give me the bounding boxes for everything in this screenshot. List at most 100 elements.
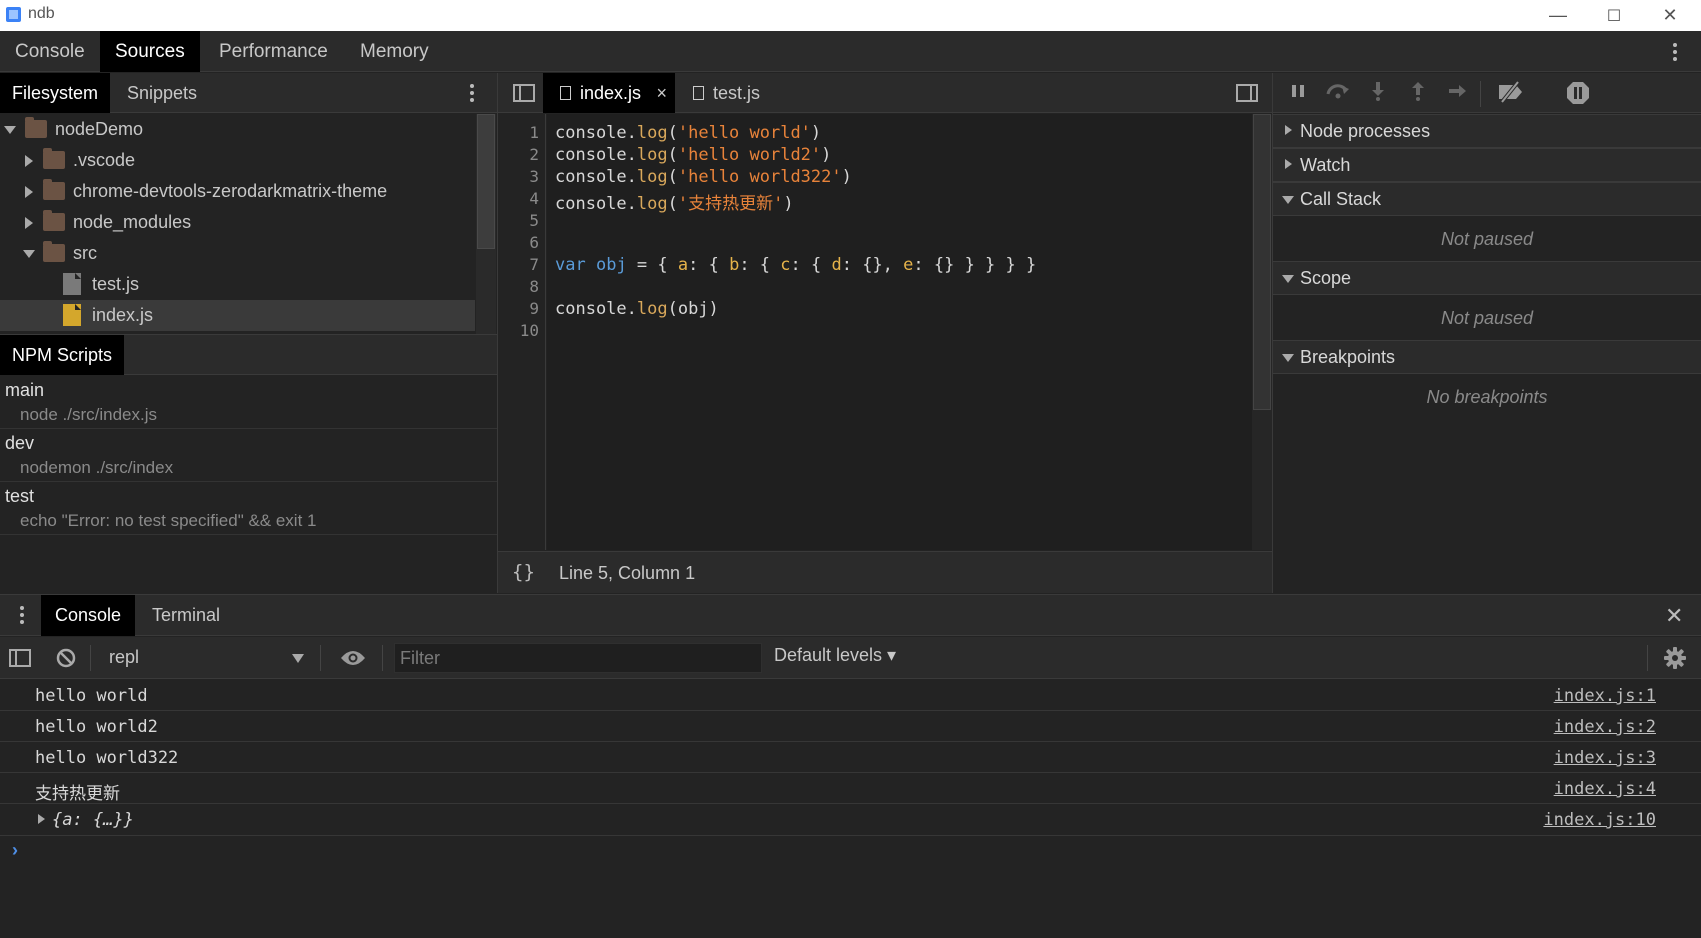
- editor-tab-index-js[interactable]: index.js ×: [543, 73, 675, 113]
- console-message-object[interactable]: {a: {…}} index.js:10: [0, 804, 1701, 836]
- object-preview[interactable]: {a: {…}}: [52, 810, 134, 830]
- line-number[interactable]: 6: [529, 233, 539, 252]
- npm-script-command: nodemon ./src/index: [20, 458, 174, 477]
- close-tab-icon[interactable]: ×: [656, 73, 667, 113]
- customize-menu-icon[interactable]: [1665, 37, 1685, 67]
- tree-item-node-modules[interactable]: node_modules: [0, 207, 475, 238]
- npm-script-item[interactable]: test echo "Error: no test specified" && …: [0, 482, 497, 535]
- close-drawer-icon[interactable]: ✕: [1665, 603, 1683, 629]
- toggle-debugger-icon[interactable]: [1236, 84, 1258, 102]
- expand-arrow-icon: [1282, 275, 1294, 283]
- step-out-icon[interactable]: [1405, 81, 1431, 105]
- tree-item-vscode[interactable]: .vscode: [0, 145, 475, 176]
- tab-console[interactable]: Console: [0, 31, 100, 72]
- line-number-gutter[interactable]: 1 2 3 4 5 6 7 8 9 10: [498, 114, 546, 550]
- console-message: hello world index.js:1: [0, 680, 1701, 711]
- message-source-link[interactable]: index.js:4: [1554, 779, 1656, 799]
- show-sidebar-icon[interactable]: [9, 649, 31, 667]
- app-icon: [6, 7, 21, 22]
- line-number[interactable]: 1: [529, 123, 539, 142]
- tree-item-src[interactable]: src: [0, 238, 475, 269]
- pause-on-exceptions-icon[interactable]: [1565, 81, 1591, 105]
- line-number[interactable]: 9: [529, 299, 539, 318]
- section-breakpoints[interactable]: Breakpoints: [1273, 340, 1701, 374]
- pretty-print-icon[interactable]: {}: [512, 561, 535, 583]
- tab-snippets[interactable]: Snippets: [115, 73, 209, 113]
- minimize-button[interactable]: —: [1530, 0, 1586, 31]
- step-icon[interactable]: [1445, 81, 1471, 105]
- live-expression-eye-icon[interactable]: [340, 648, 366, 673]
- tab-sources[interactable]: Sources: [100, 31, 200, 72]
- file-tree: nodeDemo .vscode chrome-devtools-zerodar…: [0, 114, 497, 334]
- expand-object-icon[interactable]: [38, 814, 45, 824]
- tree-item-nodedemo[interactable]: nodeDemo: [0, 114, 475, 145]
- chevron-down-icon: [292, 654, 304, 663]
- window-title: ndb: [28, 5, 55, 22]
- npm-script-item[interactable]: main node ./src/index.js: [0, 376, 497, 429]
- npm-script-item[interactable]: dev nodemon ./src/index: [0, 429, 497, 482]
- document-icon: [693, 86, 704, 100]
- clear-console-icon[interactable]: [55, 647, 77, 674]
- log-levels-dropdown[interactable]: Default levels ▾: [774, 645, 896, 666]
- toolbar-divider: [382, 645, 383, 671]
- section-watch[interactable]: Watch: [1273, 148, 1701, 182]
- npm-script-name: main: [5, 380, 45, 400]
- message-source-link[interactable]: index.js:3: [1554, 748, 1656, 768]
- step-over-icon[interactable]: [1325, 81, 1351, 105]
- section-scope[interactable]: Scope: [1273, 261, 1701, 295]
- tab-memory[interactable]: Memory: [345, 31, 444, 72]
- step-into-icon[interactable]: [1365, 81, 1391, 105]
- tree-item-label: .vscode: [73, 150, 136, 170]
- filter-input[interactable]: [394, 643, 762, 673]
- file-tree-scrollbar[interactable]: [476, 114, 496, 334]
- tab-filesystem[interactable]: Filesystem: [0, 73, 111, 113]
- scrollbar-thumb[interactable]: [477, 114, 495, 249]
- context-selector[interactable]: repl: [96, 643, 312, 673]
- navigator-menu-icon[interactable]: [462, 78, 482, 108]
- message-source-link[interactable]: index.js:2: [1554, 717, 1656, 737]
- tree-item-index-js[interactable]: index.js: [0, 300, 475, 331]
- drawer-tab-terminal[interactable]: Terminal: [140, 595, 232, 636]
- console-messages[interactable]: hello world index.js:1 hello world2 inde…: [0, 680, 1701, 938]
- line-number[interactable]: 2: [529, 145, 539, 164]
- drawer-tab-console[interactable]: Console: [41, 595, 136, 636]
- editor-tab-test-js[interactable]: test.js: [693, 73, 760, 113]
- line-number[interactable]: 3: [529, 167, 539, 186]
- npm-scripts-title[interactable]: NPM Scripts: [0, 335, 125, 375]
- tree-item-theme[interactable]: chrome-devtools-zerodarkmatrix-theme: [0, 176, 475, 207]
- section-node-processes[interactable]: Node processes: [1273, 114, 1701, 148]
- line-number[interactable]: 8: [529, 277, 539, 296]
- file-icon: [63, 273, 81, 295]
- message-source-link[interactable]: index.js:10: [1543, 810, 1656, 830]
- tree-item-label: nodeDemo: [55, 119, 144, 139]
- maximize-button[interactable]: ☐: [1586, 0, 1642, 31]
- scrollbar-thumb[interactable]: [1253, 114, 1271, 410]
- close-window-button[interactable]: ✕: [1642, 0, 1698, 31]
- message-text: hello world: [35, 686, 148, 706]
- deactivate-breakpoints-icon[interactable]: [1495, 80, 1527, 105]
- line-number[interactable]: 5: [529, 211, 539, 230]
- line-number[interactable]: 4: [529, 189, 539, 208]
- message-text: 支持热更新: [35, 784, 120, 804]
- message-source-link[interactable]: index.js:1: [1554, 686, 1656, 706]
- line-number[interactable]: 10: [520, 321, 539, 340]
- section-call-stack[interactable]: Call Stack: [1273, 182, 1701, 216]
- toolbar-divider: [320, 645, 321, 671]
- settings-gear-icon[interactable]: [1663, 646, 1687, 675]
- editor-tab-bar: index.js × test.js: [498, 73, 1272, 113]
- main-tab-bar: Console Sources Performance Memory: [0, 31, 1701, 72]
- console-prompt-icon[interactable]: ›: [12, 840, 18, 861]
- scope-status: Not paused: [1440, 308, 1534, 328]
- tree-item-test-js[interactable]: test.js: [0, 269, 475, 300]
- drawer-menu-icon[interactable]: [12, 600, 32, 630]
- tab-performance[interactable]: Performance: [204, 31, 343, 72]
- code-editor[interactable]: console.log('hello world') console.log('…: [547, 114, 1252, 550]
- line-number[interactable]: 7: [529, 255, 539, 274]
- folder-icon: [43, 210, 65, 231]
- editor-scrollbar[interactable]: [1252, 114, 1272, 550]
- pause-icon[interactable]: [1285, 81, 1311, 105]
- folder-icon: [43, 241, 65, 262]
- tree-item-label: test.js: [92, 274, 140, 294]
- toggle-navigator-icon[interactable]: [513, 84, 535, 102]
- tree-item-label: index.js: [92, 305, 154, 325]
